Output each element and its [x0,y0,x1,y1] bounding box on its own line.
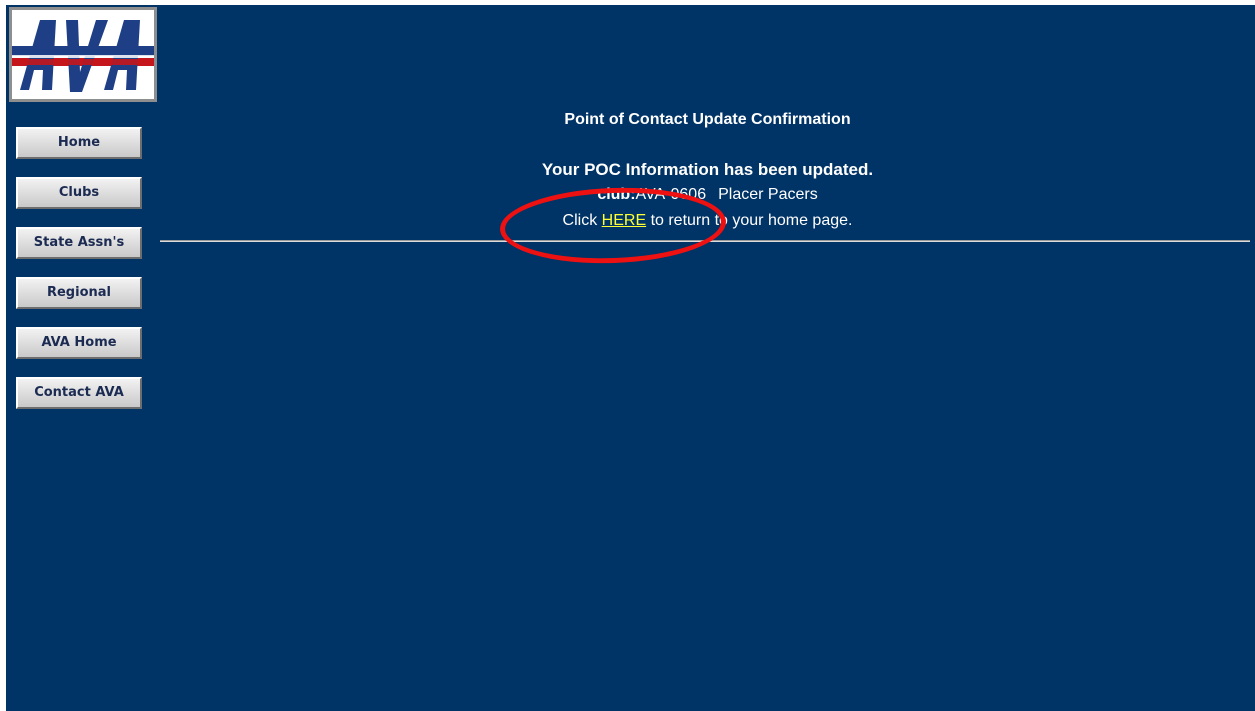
return-instruction: Click HERE to return to your home page. [160,212,1255,230]
page-frame: Home Clubs State Assn's Regional AVA Hom… [6,5,1255,711]
club-info: club:AVA-0606 Placer Pacers [160,186,1255,204]
club-label: club: [597,186,636,203]
club-id: AVA-0606 [635,186,707,203]
return-suffix: to return to your home page. [650,212,853,229]
nav-contact-ava-button[interactable]: Contact AVA [16,377,142,409]
horizontal-divider [160,240,1250,242]
nav-ava-home-button[interactable]: AVA Home [16,327,142,359]
confirmation-message: Your POC Information has been updated. [541,160,874,179]
nav-state-assns-button[interactable]: State Assn's [16,227,142,259]
ava-logo-graphic [12,10,154,99]
here-link[interactable]: HERE [602,212,646,229]
ava-logo[interactable] [9,7,157,102]
nav-regional-button[interactable]: Regional [16,277,142,309]
nav-clubs-button[interactable]: Clubs [16,177,142,209]
page-title: Point of Contact Update Confirmation [564,111,851,128]
club-name: Placer Pacers [718,186,818,203]
return-prefix: Click [562,212,598,229]
nav-home-button[interactable]: Home [16,127,142,159]
